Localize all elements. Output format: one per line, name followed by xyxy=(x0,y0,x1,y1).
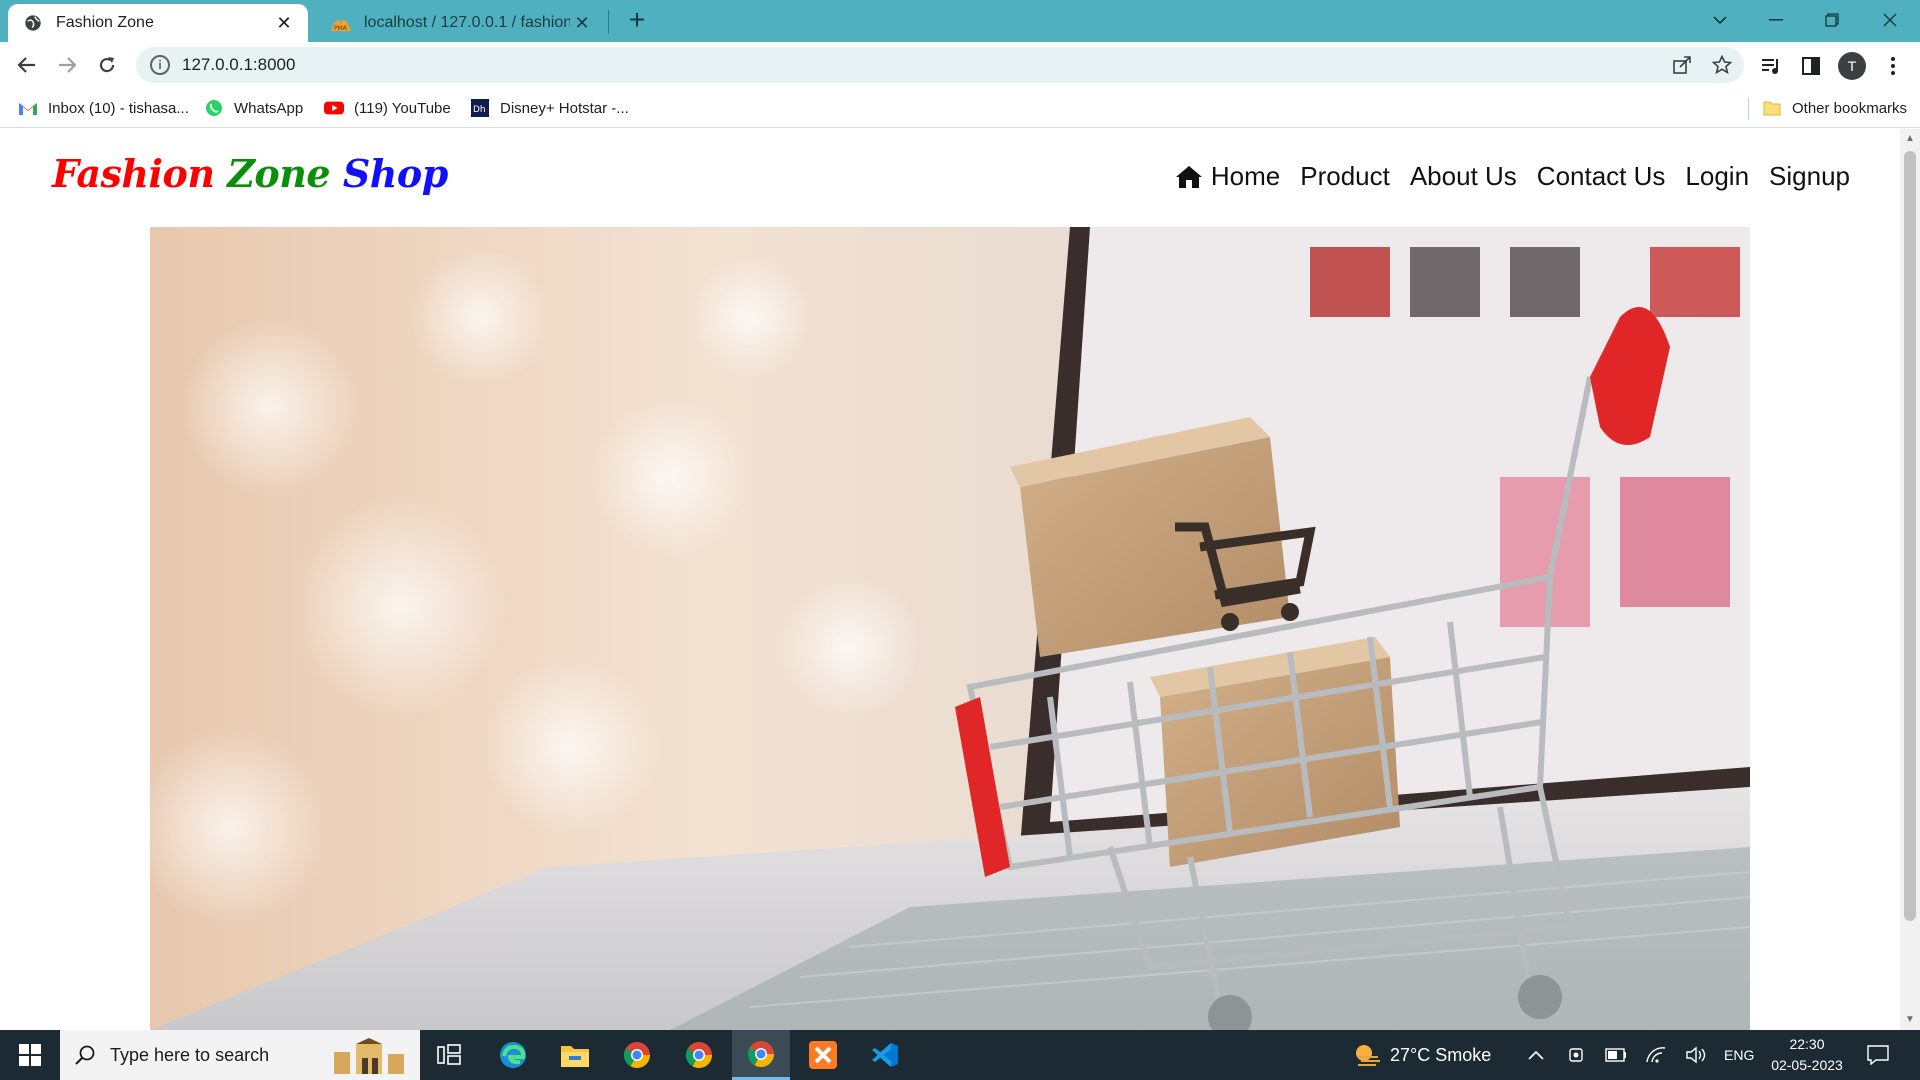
bookmark-label: Other bookmarks xyxy=(1792,99,1908,117)
chrome-active-icon[interactable] xyxy=(732,1030,790,1080)
clock-time: 22:30 xyxy=(1789,1036,1825,1052)
chrome-profile-icon[interactable] xyxy=(670,1030,728,1080)
tab-fashion-zone[interactable]: Fashion Zone ✕ xyxy=(8,4,308,42)
windows-taskbar: Type here to search 27°C Smoke ENG 22:30… xyxy=(0,1030,1920,1080)
tab-close-icon[interactable]: ✕ xyxy=(570,11,594,35)
nav-product[interactable]: Product xyxy=(1300,161,1390,192)
browser-toolbar: i 127.0.0.1:8000 xyxy=(0,42,1920,88)
bookmark-hotstar[interactable]: Dh Disney+ Hotstar -... xyxy=(470,96,629,120)
tab-title: localhost / 127.0.0.1 / fashion_zo xyxy=(364,14,570,31)
bookmark-label: (119) YouTube xyxy=(354,99,451,117)
home-icon xyxy=(1175,165,1203,189)
bookmarks-divider xyxy=(1748,98,1749,120)
logo-word-zone: Zone xyxy=(227,151,331,196)
svg-text:PMA: PMA xyxy=(334,25,348,32)
search-highlight-art-icon xyxy=(330,1038,410,1079)
back-arrow-icon[interactable] xyxy=(10,48,44,82)
language-indicator[interactable]: ENG xyxy=(1724,1030,1754,1080)
logo-word-shop: Shop xyxy=(342,151,449,196)
tab-divider xyxy=(608,10,609,34)
battery-icon[interactable] xyxy=(1604,1043,1628,1067)
search-placeholder: Type here to search xyxy=(110,1044,270,1065)
volume-icon[interactable] xyxy=(1684,1043,1708,1067)
hero-banner-image xyxy=(150,227,1750,1030)
bookmark-label: Inbox (10) - tishasa... xyxy=(48,99,189,117)
xampp-icon[interactable] xyxy=(794,1030,852,1080)
other-bookmarks[interactable]: Other bookmarks xyxy=(1762,96,1907,120)
restore-icon[interactable] xyxy=(1804,0,1860,40)
nav-signup[interactable]: Signup xyxy=(1769,161,1850,192)
chrome-icon[interactable] xyxy=(608,1030,666,1080)
address-url: 127.0.0.1:8000 xyxy=(182,55,296,74)
meet-now-icon[interactable] xyxy=(1564,1043,1588,1067)
bookmark-label: Disney+ Hotstar -... xyxy=(500,99,629,117)
search-icon xyxy=(74,1044,96,1066)
bookmark-star-icon[interactable] xyxy=(1708,51,1736,79)
tab-title: Fashion Zone xyxy=(56,14,154,31)
bookmark-whatsapp[interactable]: WhatsApp xyxy=(204,96,303,120)
tab-strip: Fashion Zone ✕ PMA localhost / 127.0.0.1… xyxy=(0,0,1920,42)
tab-phpmyadmin[interactable]: PMA localhost / 127.0.0.1 / fashion_zo ✕ xyxy=(316,4,606,42)
vscode-icon[interactable] xyxy=(856,1030,914,1080)
side-panel-icon[interactable] xyxy=(1796,51,1826,81)
nav-contact-us[interactable]: Contact Us xyxy=(1537,161,1666,192)
close-window-icon[interactable] xyxy=(1862,0,1918,40)
scroll-down-arrow-icon[interactable]: ▼ xyxy=(1904,1014,1916,1026)
weather-icon[interactable] xyxy=(1352,1043,1382,1067)
nav-home[interactable]: Home xyxy=(1175,161,1280,192)
logo-word-fashion: Fashion xyxy=(52,151,215,196)
hero-illustration xyxy=(150,227,1750,1030)
bookmark-label: WhatsApp xyxy=(234,99,304,117)
weather-text[interactable]: 27°C Smoke xyxy=(1390,1030,1491,1080)
address-bar[interactable]: i 127.0.0.1:8000 xyxy=(136,47,1744,83)
notification-center-icon[interactable] xyxy=(1866,1043,1890,1067)
folder-icon xyxy=(1762,99,1782,117)
page-scrollbar[interactable]: ▲ ▼ xyxy=(1900,129,1920,1030)
show-hidden-icons-chevron[interactable] xyxy=(1524,1043,1548,1067)
bookmark-youtube[interactable]: (119) YouTube xyxy=(324,96,451,120)
scroll-up-arrow-icon[interactable]: ▲ xyxy=(1904,133,1916,145)
windows-start-icon[interactable] xyxy=(0,1030,60,1080)
nav-home-label: Home xyxy=(1210,161,1281,191)
taskbar-search-box[interactable]: Type here to search xyxy=(60,1030,420,1080)
new-tab-button[interactable]: + xyxy=(622,6,652,36)
share-icon[interactable] xyxy=(1668,51,1696,79)
tab-close-icon[interactable]: ✕ xyxy=(272,11,296,35)
youtube-icon xyxy=(324,99,344,117)
gmail-icon xyxy=(18,99,38,117)
site-logo[interactable]: Fashion Zone Shop xyxy=(52,151,448,196)
bookmark-gmail[interactable]: Inbox (10) - tishasa... xyxy=(18,96,189,120)
nav-login[interactable]: Login xyxy=(1685,161,1749,192)
hotstar-icon: Dh xyxy=(470,99,490,117)
file-explorer-icon[interactable] xyxy=(546,1030,604,1080)
phpmyadmin-icon: PMA xyxy=(330,12,352,34)
reload-icon[interactable] xyxy=(90,48,124,82)
media-playlist-icon[interactable] xyxy=(1756,51,1786,81)
kebab-menu-icon[interactable] xyxy=(1878,51,1908,81)
whatsapp-icon xyxy=(204,99,224,117)
clock-date: 02-05-2023 xyxy=(1771,1057,1843,1073)
svg-text:Dh: Dh xyxy=(473,105,486,115)
system-clock[interactable]: 22:30 02-05-2023 xyxy=(1762,1034,1852,1076)
main-navigation: Home Product About Us Contact Us Login S… xyxy=(1175,161,1850,192)
minimize-icon[interactable] xyxy=(1748,0,1804,40)
scrollbar-thumb[interactable] xyxy=(1904,151,1916,921)
wifi-icon[interactable] xyxy=(1644,1043,1668,1067)
edge-browser-icon[interactable] xyxy=(484,1030,542,1080)
globe-icon xyxy=(22,12,44,34)
nav-about-us[interactable]: About Us xyxy=(1410,161,1517,192)
bookmarks-bar: Inbox (10) - tishasa... WhatsApp (119) Y… xyxy=(0,88,1920,128)
tab-search-chevron-icon[interactable] xyxy=(1692,0,1748,40)
page-viewport: Fashion Zone Shop Home Product About Us … xyxy=(0,129,1900,1030)
forward-arrow-icon[interactable] xyxy=(50,48,84,82)
profile-avatar[interactable]: T xyxy=(1838,52,1866,80)
task-view-icon[interactable] xyxy=(420,1030,478,1080)
site-info-icon[interactable]: i xyxy=(150,55,170,75)
